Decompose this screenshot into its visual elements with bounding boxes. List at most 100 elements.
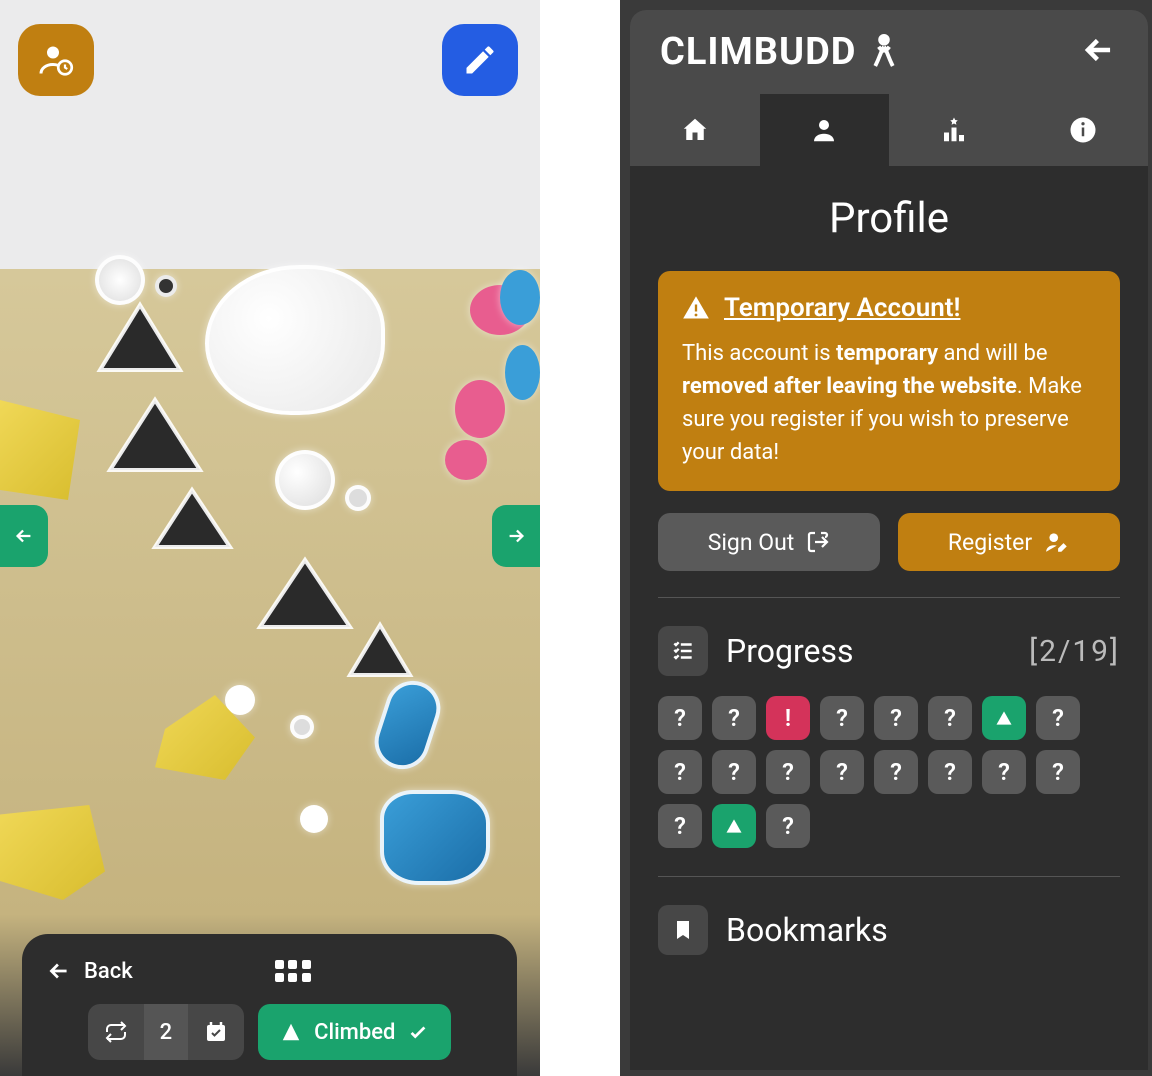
- attempt-count: 2: [144, 1004, 189, 1060]
- hold[interactable]: [300, 805, 328, 833]
- signout-button[interactable]: Sign Out: [658, 513, 880, 571]
- hold[interactable]: [275, 450, 335, 510]
- attempt-controls: 2: [88, 1004, 245, 1060]
- brand-logo: CLIMBUDD: [660, 30, 905, 74]
- hold[interactable]: [95, 255, 145, 305]
- signout-icon: [806, 530, 830, 554]
- progress-tile[interactable]: ?: [658, 750, 702, 794]
- progress-tile[interactable]: !: [766, 696, 810, 740]
- progress-tile[interactable]: ?: [982, 750, 1026, 794]
- progress-tile[interactable]: ?: [766, 804, 810, 848]
- mountain-icon: [280, 1021, 302, 1043]
- date-button[interactable]: [188, 1004, 244, 1060]
- repeat-button[interactable]: [88, 1004, 144, 1060]
- progress-tile[interactable]: ?: [928, 696, 972, 740]
- back-button[interactable]: Back: [46, 958, 133, 984]
- tab-info[interactable]: [1019, 94, 1149, 166]
- page-title: Profile: [658, 194, 1120, 243]
- progress-title: Progress: [726, 632, 1011, 670]
- climbed-button[interactable]: Climbed: [258, 1004, 451, 1060]
- hold[interactable]: [155, 275, 177, 297]
- hold[interactable]: [290, 715, 314, 739]
- leaderboard-icon: [939, 115, 969, 145]
- back-label: Back: [84, 959, 133, 984]
- tab-leaderboard[interactable]: [889, 94, 1019, 166]
- bookmarks-header: Bookmarks: [658, 905, 1120, 955]
- hold[interactable]: [95, 300, 185, 380]
- progress-tile[interactable]: ?: [1036, 750, 1080, 794]
- progress-tile[interactable]: ?: [874, 750, 918, 794]
- brand-header: CLIMBUDD: [630, 10, 1148, 94]
- arrow-left-icon: [46, 958, 72, 984]
- progress-tile[interactable]: ?: [820, 750, 864, 794]
- bookmarks-title: Bookmarks: [726, 911, 1120, 949]
- prev-route-button[interactable]: [0, 505, 48, 567]
- progress-tile[interactable]: ?: [658, 696, 702, 740]
- hold[interactable]: [105, 395, 205, 480]
- user-clock-icon: [38, 42, 74, 78]
- progress-tile[interactable]: [712, 804, 756, 848]
- climber-icon: [863, 31, 905, 73]
- sidebar-panel: CLIMBUDD Profile: [620, 0, 1152, 1076]
- progress-header: Progress [2/19]: [658, 626, 1120, 676]
- tabs: [630, 94, 1148, 166]
- progress-tile[interactable]: ?: [658, 804, 702, 848]
- hold-decor: [500, 270, 540, 325]
- repeat-icon: [104, 1020, 128, 1044]
- user-icon: [809, 115, 839, 145]
- close-panel-button[interactable]: [1080, 31, 1118, 73]
- warning-title: Temporary Account!: [724, 293, 960, 323]
- arrow-left-icon: [1080, 31, 1118, 69]
- route-viewer: Back 2 Climbed: [0, 0, 540, 1076]
- progress-tile[interactable]: ?: [1036, 696, 1080, 740]
- progress-tile[interactable]: ?: [712, 696, 756, 740]
- progress-tile[interactable]: [982, 696, 1026, 740]
- hold-decor: [445, 440, 487, 480]
- hold-decor: [505, 345, 540, 400]
- climbed-label: Climbed: [314, 1020, 395, 1045]
- tab-home[interactable]: [630, 94, 760, 166]
- divider: [658, 597, 1120, 598]
- pencil-icon: [462, 42, 498, 78]
- next-route-button[interactable]: [492, 505, 540, 567]
- register-button[interactable]: Register: [898, 513, 1120, 571]
- progress-grid: ??!??????????????: [658, 696, 1120, 848]
- hold[interactable]: [150, 485, 235, 555]
- arrow-right-icon: [505, 525, 527, 547]
- hold-decor: [0, 400, 80, 500]
- edit-button[interactable]: [442, 24, 518, 96]
- route-toolbar: Back 2 Climbed: [22, 934, 517, 1076]
- hold-decor: [0, 805, 105, 900]
- profile-panel: CLIMBUDD Profile: [630, 10, 1148, 1070]
- grid-view-button[interactable]: [275, 960, 311, 982]
- user-profile-button[interactable]: [18, 24, 94, 96]
- progress-count: [2/19]: [1029, 634, 1120, 669]
- hold-decor: [455, 380, 505, 438]
- calendar-check-icon: [204, 1020, 228, 1044]
- warning-banner: Temporary Account! This account is tempo…: [658, 271, 1120, 491]
- hold[interactable]: [345, 620, 415, 680]
- list-icon-button[interactable]: [658, 626, 708, 676]
- bookmark-icon: [671, 918, 695, 942]
- progress-tile[interactable]: ?: [928, 750, 972, 794]
- warning-body: This account is temporary and will be re…: [682, 337, 1096, 469]
- bookmarks-icon-button[interactable]: [658, 905, 708, 955]
- warning-icon: [682, 294, 710, 322]
- home-icon: [680, 115, 710, 145]
- tab-profile[interactable]: [760, 94, 890, 166]
- arrow-left-icon: [13, 525, 35, 547]
- divider: [658, 876, 1120, 877]
- hold[interactable]: [255, 555, 355, 635]
- hold[interactable]: [367, 674, 447, 777]
- hold[interactable]: [205, 265, 385, 415]
- progress-tile[interactable]: ?: [820, 696, 864, 740]
- hold[interactable]: [345, 485, 371, 511]
- check-icon: [407, 1021, 429, 1043]
- list-check-icon: [670, 638, 696, 664]
- user-edit-icon: [1044, 529, 1070, 555]
- info-icon: [1068, 115, 1098, 145]
- progress-tile[interactable]: ?: [874, 696, 918, 740]
- hold[interactable]: [380, 790, 490, 885]
- progress-tile[interactable]: ?: [712, 750, 756, 794]
- progress-tile[interactable]: ?: [766, 750, 810, 794]
